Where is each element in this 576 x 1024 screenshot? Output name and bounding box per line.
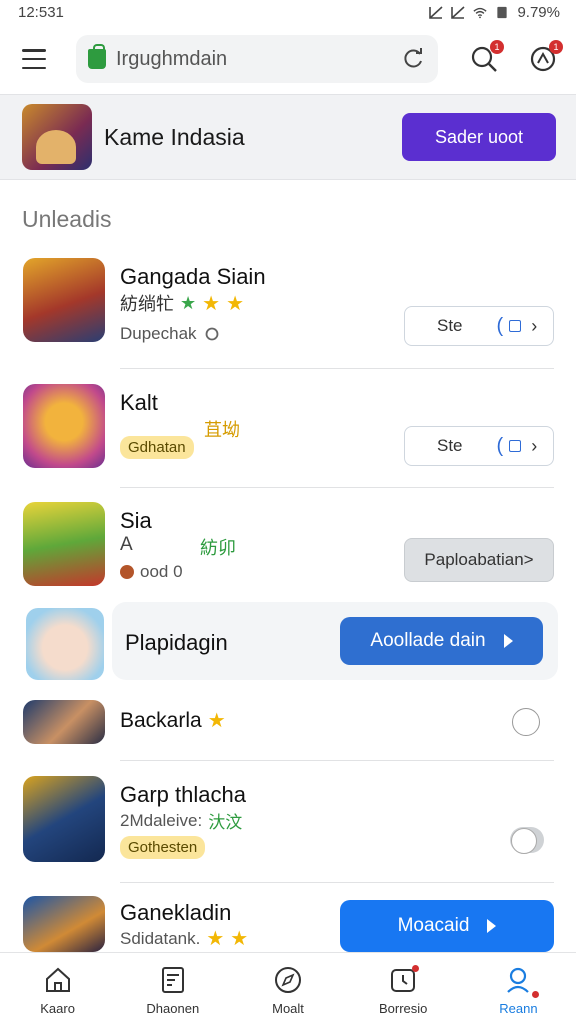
select-radio[interactable] (512, 708, 540, 736)
shield-icon (205, 327, 218, 341)
app-name: Kalt (120, 390, 158, 415)
app-letter: A (120, 534, 133, 555)
wifi-icon (473, 7, 488, 18)
app-icon[interactable] (23, 700, 105, 744)
search-input[interactable]: Irgughmdain (116, 48, 400, 71)
divider (120, 760, 554, 761)
star-icon: ★ (230, 928, 249, 950)
search-icon[interactable]: 1 (468, 40, 504, 75)
app-tag: 紡绱牤 (120, 294, 174, 314)
nav-label: Reann (499, 1001, 538, 1016)
app-subtitle: 2Mdaleive: (120, 810, 203, 830)
search-badge: 1 (490, 40, 504, 54)
app-action-button[interactable]: Ste (› (404, 306, 554, 346)
banner-title: Kame Indasia (104, 123, 245, 150)
star-icon: ★ (207, 710, 226, 732)
app-icon[interactable] (23, 258, 105, 342)
compass-icon (275, 967, 301, 993)
store-bag-icon (88, 44, 106, 69)
library-icon (161, 967, 184, 993)
nav-library[interactable]: Dhaonen (115, 953, 230, 1024)
top-toolbar: Irgughmdain 1 1 (0, 24, 576, 94)
green-star-icon: ★ (180, 292, 197, 313)
chevron-right-icon: › (531, 435, 538, 456)
no-signal-icon-2 (451, 5, 465, 19)
chevron-right-icon: › (531, 315, 538, 336)
search-bar[interactable]: Irgughmdain (76, 35, 438, 83)
featured-banner: Kame Indasia Sader uoot (0, 94, 576, 180)
alert-icon[interactable]: 1 (527, 40, 563, 75)
app-icon[interactable] (23, 384, 105, 468)
toggle-switch[interactable] (510, 827, 544, 854)
bottom-navigation: Kaaro Dhaonen Moalt Borresio Reann (0, 952, 576, 1024)
app-name: Backarla (120, 708, 202, 732)
nav-label: Borresio (379, 1001, 428, 1016)
no-signal-icon (429, 5, 443, 19)
app-subtitle: Dupechak (120, 324, 197, 343)
app-pill: Gothesten (120, 836, 206, 859)
nav-label: Moalt (272, 1001, 304, 1016)
app-icon[interactable] (23, 896, 105, 952)
nav-search[interactable]: Reann (461, 953, 576, 1024)
app-action-button[interactable]: Aoollade dain (340, 617, 543, 665)
app-icon[interactable] (23, 776, 105, 862)
open-icon (509, 320, 522, 332)
app-tag: 苴坳 (204, 420, 240, 440)
section-title: Unleadis (22, 206, 112, 232)
menu-icon[interactable] (22, 49, 46, 69)
app-action-button[interactable]: Ste (› (404, 426, 554, 466)
nav-home[interactable]: Kaaro (0, 953, 115, 1024)
app-name: Sia (120, 508, 152, 533)
featured-game-thumbnail[interactable] (22, 104, 92, 170)
app-tag: 汏汶 (208, 813, 243, 832)
battery-icon (497, 6, 508, 18)
divider (120, 882, 554, 883)
coin-icon (120, 565, 134, 579)
app-action-button[interactable]: Moacaid (340, 900, 554, 952)
updates-dot (412, 965, 420, 972)
app-subtitle: ood 0 (140, 562, 183, 581)
app-name: Gangada Siain (120, 264, 266, 289)
star-icon: ★ (202, 292, 221, 315)
search-nav-icon (507, 967, 530, 993)
nav-label: Dhaonen (146, 1001, 200, 1016)
reload-icon[interactable] (400, 46, 426, 72)
app-action-button[interactable]: Paploabatian> (404, 538, 554, 582)
open-icon (509, 440, 522, 452)
app-name: Plapidagin (125, 630, 228, 655)
app-tag: 紡卯 (200, 538, 236, 558)
nav-explore[interactable]: Moalt (230, 953, 345, 1024)
star-icon: ★ (206, 928, 225, 950)
app-name: Ganekladin (120, 900, 232, 925)
nav-label: Kaaro (40, 1001, 75, 1016)
status-bar: 12:531 9.79% (0, 0, 576, 24)
home-icon (45, 967, 70, 992)
divider (120, 487, 554, 488)
star-icon: ★ (226, 292, 245, 315)
status-time: 12:531 (18, 3, 64, 21)
nav-updates[interactable]: Borresio (346, 953, 461, 1024)
battery-percent: 9.79% (517, 3, 560, 21)
app-icon[interactable] (23, 502, 105, 586)
alert-badge: 1 (549, 40, 563, 54)
app-pill: Gdhatan (120, 436, 194, 459)
search-dot (532, 991, 540, 998)
play-icon (503, 634, 513, 648)
app-name: Garp thlacha (120, 782, 246, 807)
app-subtitle: Sdidatank. (120, 928, 201, 948)
play-icon (487, 919, 497, 933)
divider (120, 368, 554, 369)
app-icon[interactable] (26, 608, 104, 680)
banner-button[interactable]: Sader uoot (402, 113, 556, 161)
